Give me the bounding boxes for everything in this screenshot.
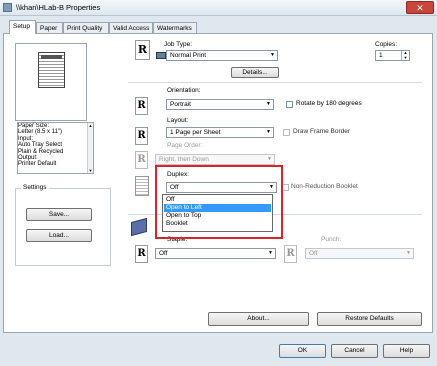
settings-summary-list[interactable]: Paper Size: Letter (8.5 x 11") Input: Au…: [17, 122, 94, 174]
page-thumbnail-icon: [38, 52, 65, 88]
close-icon[interactable]: ✕: [406, 1, 434, 14]
non-reduction-booklet-label: Non-Reduction Booklet: [291, 183, 358, 190]
restore-defaults-button[interactable]: Restore Defaults: [317, 312, 422, 326]
copies-value: 1: [379, 52, 383, 59]
chevron-down-icon: ▼: [266, 101, 271, 107]
window-title: \\khan\HLab-B Properties: [16, 3, 101, 12]
about-button[interactable]: About...: [208, 312, 309, 326]
cancel-button[interactable]: Cancel: [331, 344, 378, 358]
page-order-value: Right, then Down: [159, 156, 209, 163]
details-button[interactable]: Details...: [231, 67, 279, 78]
chevron-down-icon: ▼: [270, 52, 275, 58]
rotate-180-label: Rotate by 180 degrees: [296, 100, 362, 107]
job-type-icon: R: [135, 40, 150, 60]
title-bar: \\khan\HLab-B Properties ✕: [0, 0, 437, 16]
tab-print-quality[interactable]: Print Quality: [63, 22, 109, 33]
page-preview: [15, 43, 87, 121]
printer-app-icon: [3, 3, 12, 12]
scroll-up-icon[interactable]: ▲: [88, 123, 93, 128]
ok-button[interactable]: OK: [279, 344, 326, 358]
job-type-value: Normal Print: [170, 52, 207, 59]
summary-scrollbar[interactable]: ▲ ▼: [87, 123, 93, 173]
page-order-label: Page Order:: [167, 142, 203, 149]
non-reduction-booklet-checkbox[interactable]: [282, 184, 289, 191]
duplex-highlight-box: [155, 165, 283, 239]
chevron-down-icon: ▼: [406, 250, 411, 256]
portrait-icon: R: [135, 97, 148, 115]
save-settings-button[interactable]: Save...: [26, 208, 92, 221]
page-order-select[interactable]: Right, then Down ▼: [155, 154, 275, 165]
duplex-icon: [135, 176, 149, 196]
draw-frame-border-label: Draw Frame Border: [293, 128, 351, 135]
layout-icon: R: [135, 127, 148, 145]
orientation-value: Portrait: [170, 101, 191, 108]
finishing-cube-icon: [128, 217, 150, 237]
staple-icon: R: [135, 245, 148, 263]
layout-value: 1 Page per Sheet: [170, 129, 221, 136]
punch-label: Punch:: [321, 236, 342, 243]
orientation-label: Orientation:: [167, 87, 201, 94]
chevron-down-icon: ▼: [267, 156, 272, 162]
orientation-select[interactable]: Portrait ▼: [166, 99, 274, 110]
punch-value: Off: [309, 250, 318, 257]
scroll-down-icon[interactable]: ▼: [88, 168, 93, 173]
settings-group: [15, 188, 111, 266]
rotate-180-checkbox[interactable]: [286, 101, 293, 108]
staple-select[interactable]: Off ▼: [155, 248, 276, 259]
layout-label: Layout:: [167, 117, 189, 124]
copies-spinner[interactable]: 1 ▲ ▼: [375, 50, 410, 61]
printer-small-icon: [155, 50, 166, 59]
tab-watermarks[interactable]: Watermarks: [153, 22, 197, 33]
staple-value: Off: [159, 250, 168, 257]
page-order-icon: R: [135, 151, 148, 169]
divider: [128, 82, 422, 83]
draw-frame-border-checkbox[interactable]: [283, 129, 290, 136]
settings-group-label: Settings: [21, 184, 49, 191]
copies-label: Copies:: [375, 41, 398, 48]
tab-setup[interactable]: Setup: [9, 20, 36, 34]
job-type-label: Job Type:: [164, 41, 193, 48]
punch-select[interactable]: Off ▼: [305, 248, 414, 259]
load-settings-button[interactable]: Load...: [26, 229, 92, 242]
job-type-select[interactable]: Normal Print ▼: [166, 50, 278, 61]
tab-paper[interactable]: Paper: [36, 22, 63, 33]
tab-valid-access[interactable]: Valid Access: [109, 22, 153, 33]
spinner-arrows-icon[interactable]: ▲ ▼: [401, 50, 409, 60]
chevron-down-icon: ▼: [268, 250, 273, 256]
help-button[interactable]: Help: [383, 344, 430, 358]
chevron-down-icon: ▼: [266, 129, 271, 135]
punch-icon: R: [284, 245, 297, 263]
layout-select[interactable]: 1 Page per Sheet ▼: [166, 127, 274, 138]
summary-line: Printer Default: [18, 161, 57, 168]
